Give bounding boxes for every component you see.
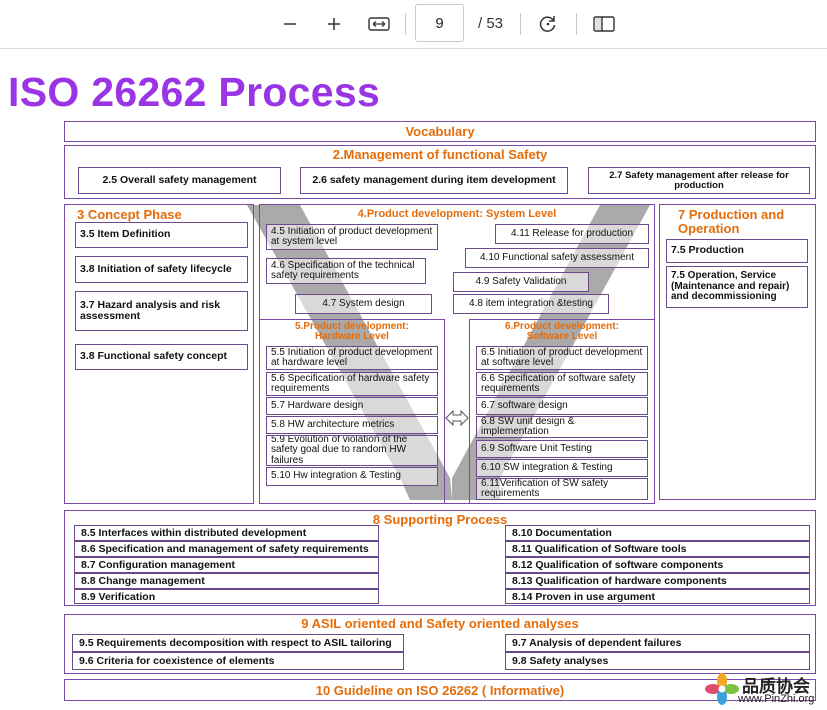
software-item: 6.6 Specification of software safety req… xyxy=(476,372,648,396)
asil-item: 9.5 Requirements decomposition with resp… xyxy=(72,634,404,652)
supporting-item: 8.13 Qualification of hardware component… xyxy=(505,573,810,589)
vocabulary-label: Vocabulary xyxy=(405,124,475,139)
software-header-line2: Software Level xyxy=(526,330,598,342)
system-item: 4.6 Specification of the technical safet… xyxy=(266,258,426,284)
supporting-item: 8.11 Qualification of Software tools xyxy=(505,541,810,557)
software-item: 6.5 Initiation of product development at… xyxy=(476,346,648,370)
management-item: 2.6 safety management during item develo… xyxy=(300,167,568,194)
system-item: 4.11 Release for production xyxy=(495,224,649,244)
hardware-header-line2: Hardware Level xyxy=(315,330,389,342)
system-item: 4.7 System design xyxy=(295,294,432,314)
management-item: 2.7 Safety management after release for … xyxy=(588,167,810,194)
software-header: 6.Product development: Software Level xyxy=(470,322,654,341)
system-item: 4.10 Functional safety assessment xyxy=(465,248,649,268)
supporting-item: 8.10 Documentation xyxy=(505,525,810,541)
concept-item: 3.8 Initiation of safety lifecycle xyxy=(75,256,248,283)
pinzhi-logo-icon xyxy=(705,673,739,705)
system-level-header: 4.Product development: System Level xyxy=(357,208,557,220)
system-item: 4.5 Initiation of product development at… xyxy=(266,224,438,250)
software-item: 6.10 SW integration & Testing xyxy=(476,459,648,477)
concept-item: 3.5 Item Definition xyxy=(75,222,248,248)
software-item: 6.9 Software Unit Testing xyxy=(476,440,648,458)
hardware-item: 5.9 Evolution of violation of the safety… xyxy=(266,435,438,466)
supporting-item: 8.7 Configuration management xyxy=(74,557,379,573)
asil-header: 9 ASIL oriented and Safety oriented anal… xyxy=(301,616,579,631)
hardware-item: 5.10 Hw integration & Testing xyxy=(266,467,438,486)
hardware-item: 5.8 HW architecture metrics xyxy=(266,416,438,434)
asil-item: 9.6 Criteria for coexistence of elements xyxy=(72,652,404,670)
supporting-item: 8.6 Specification and management of safe… xyxy=(74,541,379,557)
hardware-item: 5.7 Hardware design xyxy=(266,397,438,415)
asil-item: 9.8 Safety analyses xyxy=(505,652,810,670)
system-item: 4.9 Safety Validation xyxy=(453,272,589,292)
hardware-item: 5.6 Specification of hardware safety req… xyxy=(266,372,438,396)
supporting-item: 8.14 Proven in use argument xyxy=(505,589,810,604)
supporting-item: 8.5 Interfaces within distributed develo… xyxy=(74,525,379,541)
double-arrow-icon xyxy=(445,409,469,427)
production-item: 7.5 Production xyxy=(666,239,808,263)
management-item: 2.5 Overall safety management xyxy=(78,167,281,194)
hardware-item: 5.5 Initiation of product development at… xyxy=(266,346,438,370)
concept-item: 3.8 Functional safety concept xyxy=(75,344,248,370)
production-item: 7.5 Operation, Service (Maintenance and … xyxy=(666,266,808,308)
software-item: 6.7 software design xyxy=(476,397,648,415)
system-item: 4.8 item integration &testing xyxy=(453,294,609,314)
production-header: 7 Production and Operation xyxy=(678,207,785,236)
hardware-header: 5.Product development: Hardware Level xyxy=(260,322,444,341)
software-item: 6.8 SW unit design & implementation xyxy=(476,416,648,438)
asil-item: 9.7 Analysis of dependent failures xyxy=(505,634,810,652)
management-header: 2.Management of functional Safety xyxy=(332,147,548,162)
supporting-item: 8.8 Change management xyxy=(74,573,379,589)
guideline-label: 10 Guideline on ISO 26262 ( Informative) xyxy=(315,683,565,698)
supporting-item: 8.12 Qualification of software component… xyxy=(505,557,810,573)
concept-item: 3.7 Hazard analysis and risk assessment xyxy=(75,291,248,331)
software-item: 6.11Verification of SW safety requiremen… xyxy=(476,478,648,500)
supporting-item: 8.9 Verification xyxy=(74,589,379,604)
vocabulary-box: Vocabulary xyxy=(64,121,816,142)
concept-phase-header: 3 Concept Phase xyxy=(77,207,182,222)
watermark-url: www.PinZhi.org xyxy=(738,693,815,705)
